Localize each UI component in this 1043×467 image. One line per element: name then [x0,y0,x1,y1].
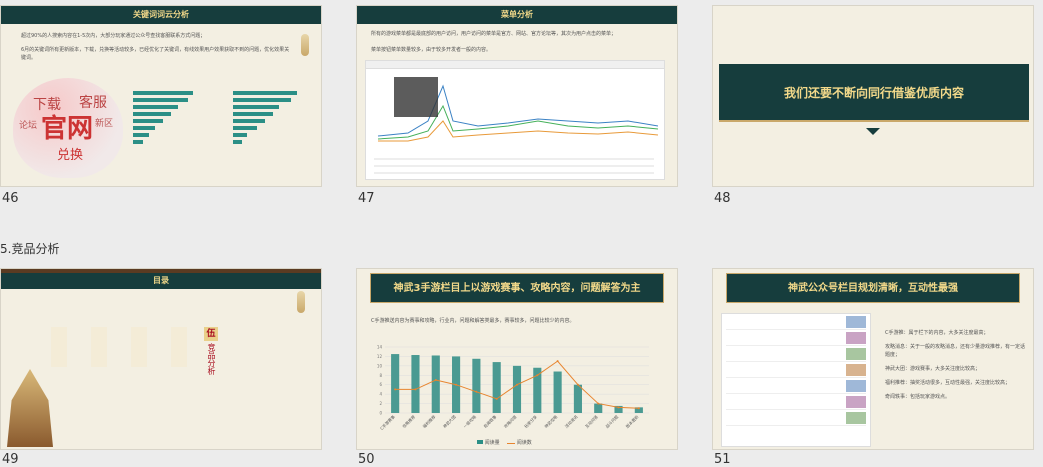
line-point [414,388,417,391]
line-point [434,379,437,381]
banner-box: 我们还要不断向同行借鉴优质内容 [719,64,1029,122]
line-point [536,374,539,377]
line-point [475,390,478,393]
slide-thumb-51[interactable]: 神武公众号栏目规划清晰，互动性最强 C手游推：属于栏下的内容，大多关注度最高； … [712,268,1034,450]
toc-column [171,327,187,367]
bar [391,354,400,413]
toc-column [131,327,147,367]
slide-title: 目录 [1,273,321,289]
toc-active-text: 竞品分析 [207,343,216,375]
y-tick-label: 0 [379,411,382,416]
bar [573,384,582,413]
bullet-list: C手游推：属于栏下的内容，大多关注度最高； 攻略消息：关于一般的攻略消息，还有少… [885,329,1027,407]
bar [594,403,603,413]
x-tick-label: 版本更新 [624,413,640,429]
toc-column [91,327,107,367]
line-point [617,406,620,409]
menu-trend-chart [377,77,659,142]
slide-bullet: 福利推荐：抽奖活动很多，互动性最强，关注度比较高； [885,380,1011,386]
x-tick-label: 福利推荐 [421,413,437,429]
slide-number: 51 [714,452,731,467]
word-cloud: 官网 下载 客服 兑换 论坛 新区 [13,78,123,178]
y-tick-label: 8 [379,373,382,378]
y-tick-label: 12 [377,354,383,359]
x-tick-label: 攻略问答 [502,413,518,429]
slide-thumb-50[interactable]: 神武3手游栏目上以游戏赛事、攻略内容，问题解答为主 C手游推送内容为赛事和攻略，… [356,268,678,450]
lantern-icon [301,34,309,56]
line-point [637,407,640,410]
x-tick-label: 神武大团 [441,413,457,429]
y-tick-label: 10 [377,363,383,368]
y-tick-label: 4 [379,392,382,397]
lantern-icon [297,291,305,313]
bar [472,358,481,413]
slide-bullet: 神武大团：游戏赛事，大多关注度比较高； [885,366,981,372]
cloud-word: 论坛 [19,121,38,131]
slide-number: 46 [2,191,19,206]
slide-bullet: C手游推送内容为赛事和攻略，行业内，问题和解答类最多，赛事较多，问题比较少的内容… [371,318,575,324]
x-tick-label: 神武攻略 [543,413,559,429]
line-chart-panel [365,60,665,180]
legend-item: 阅读数 [516,440,532,446]
slide-title: 神武公众号栏目规划清晰，互动性最强 [725,273,1021,303]
section-label: 5.竞品分析 [0,242,60,256]
x-tick-label: 奇闻轶事 [482,413,498,429]
x-tick-label: 玩家分享 [522,413,538,429]
bar [411,355,420,413]
arrow-down-icon [866,128,880,135]
x-tick-label: 战斗问题 [604,413,620,429]
slide-thumb-47[interactable]: 菜单分析 所有的游戏菜单都是最底部的用户访问，用户访问的菜单是官方、网站、官方论… [356,5,678,187]
chart-legend: 阅读量 阅读数 [477,439,532,446]
pagoda-icon [7,369,53,447]
line-point [495,397,498,400]
slide-bullet: 攻略消息：关于一般的攻略消息，还有少量游戏推荐，有一定话题度； [885,344,1026,358]
slide-number: 50 [358,452,375,467]
toc-active-label: 伍 [204,327,218,341]
y-tick-label: 14 [377,345,383,350]
slide-thumb-49[interactable]: 目录 伍 竞品分析 [0,268,322,450]
cloud-word: 新区 [95,119,114,129]
slide-bullet: 所有的游戏菜单都是最底部的用户访问，用户访问的菜单是官方、网站、官方论坛等，其次… [371,31,617,37]
bar [431,355,440,413]
hbar-chart-right [233,88,303,168]
x-tick-label: C手游赛事 [378,413,396,431]
x-tick-label: 互动问答 [583,413,599,429]
bar [512,365,522,413]
line-point [597,402,600,405]
slide-title: 关键词词云分析 [1,6,321,24]
legend-item: 阅读量 [484,440,500,446]
line-point [576,383,579,386]
y-tick-label: 6 [379,382,382,387]
slide-thumb-46[interactable]: 关键词词云分析 超过90%的人搜索内容在1-5次内，大部分玩家通过公众号查找客服… [0,5,322,187]
hbar-chart-left [133,88,203,168]
toc-column [51,327,67,367]
x-tick-label: 活动资讯 [563,413,579,429]
y-tick-label: 2 [379,401,382,406]
cloud-word: 兑换 [57,148,84,163]
line-point [516,383,518,386]
cloud-word: 下载 [33,97,61,113]
bar [553,371,562,413]
cloud-word: 客服 [79,95,107,111]
article-list-panel [721,313,871,447]
slide-number: 48 [714,191,731,206]
slide-bullet: 超过90%的人搜索内容在1-5次内，大部分玩家通过公众号查找客服联系方式问题； [21,33,206,39]
slide-number: 49 [2,452,19,467]
slide-bullet: 6月的关键词所有更新版本，下载，兑换等活动较多，已经优化了关键词，有线效果用户效… [21,47,290,61]
slide-title: 菜单分析 [357,6,677,24]
slide-number: 47 [358,191,375,206]
banner-text: 我们还要不断向同行借鉴优质内容 [783,86,964,100]
line-point [556,360,559,363]
x-tick-label: 一级攻略 [462,413,478,429]
slide-bullet: 奇闻轶事：包括玩家游戏点。 [885,394,951,400]
slide-bullet: 菜单按钮菜单数量较多，由于较多开发者一般的内容。 [371,47,492,53]
line-point [394,388,397,391]
slide-title: 神武3手游栏目上以游戏赛事、攻略内容，问题解答为主 [369,273,665,303]
bar-line-chart: C手游赛事 攻略推荐 福利推荐 神武大团 一级攻略 奇闻轶事 攻略问答 玩家分享 神武攻略 活动资… [377,345,649,431]
bar [492,362,501,413]
slide-bullet: C手游推：属于栏下的内容，大多关注度最高； [885,330,989,336]
slide-thumb-48[interactable]: 我们还要不断向同行借鉴优质内容 [712,5,1034,187]
line-point [455,383,458,386]
x-tick-label: 攻略推荐 [401,413,417,429]
